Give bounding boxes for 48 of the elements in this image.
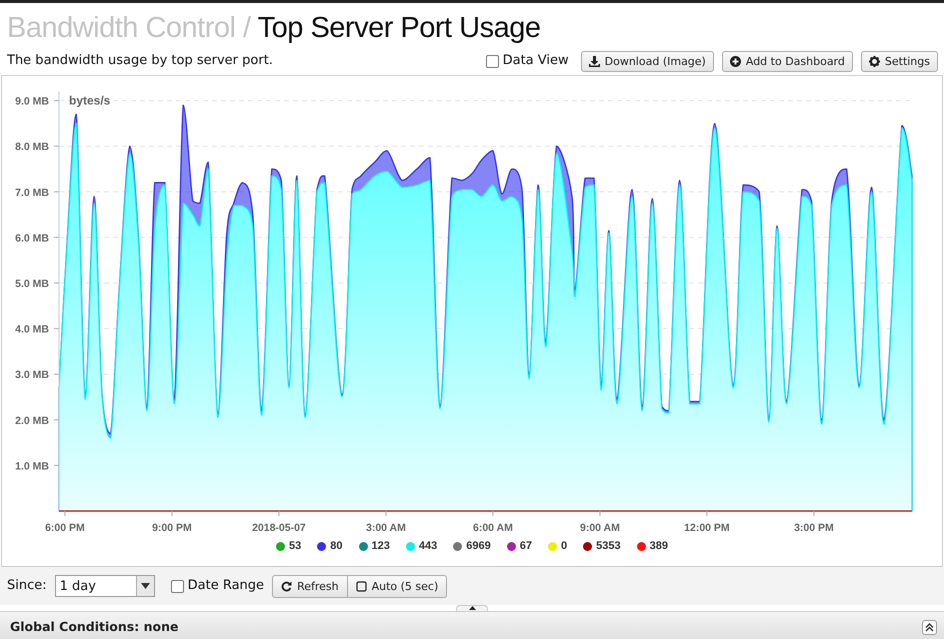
download-icon xyxy=(588,56,600,66)
page-title: Top Server Port Usage xyxy=(258,12,540,44)
toolbar-button[interactable]: Settings xyxy=(860,50,938,72)
global-conditions-label: Global Conditions: none xyxy=(10,618,178,636)
gear-icon xyxy=(868,56,880,66)
legend-label[interactable]: 123 xyxy=(372,538,390,554)
y-axis-label: 4.0 MB xyxy=(15,324,49,336)
x-axis-label: 2018-05-07 xyxy=(252,522,306,534)
toolbar-button[interactable]: Add to Dashboard xyxy=(722,50,853,72)
legend-label[interactable]: 389 xyxy=(650,538,668,554)
since-label: Since: xyxy=(7,577,47,596)
plus-circle-icon xyxy=(730,56,741,66)
legend-label[interactable]: 80 xyxy=(330,538,343,554)
y-axis-title: bytes/s xyxy=(69,94,110,108)
date-range-checkbox[interactable]: Date Range xyxy=(170,576,264,596)
x-axis-label: 9:00 PM xyxy=(152,522,192,534)
legend-label[interactable]: 0 xyxy=(560,538,568,554)
checkbox-icon xyxy=(356,580,367,592)
double-chevron-up-icon xyxy=(925,623,934,632)
legend-label[interactable]: 67 xyxy=(520,538,532,554)
refresh-button[interactable]: Refresh xyxy=(272,574,348,598)
legend-label[interactable]: 443 xyxy=(418,538,438,554)
legend-label[interactable]: 5353 xyxy=(596,538,621,554)
collapse-button[interactable] xyxy=(922,620,937,635)
y-axis-label: 6.0 MB xyxy=(15,232,49,244)
refresh-icon xyxy=(281,580,292,592)
legend-label[interactable]: 53 xyxy=(289,538,302,554)
y-axis-label: 9.0 MB xyxy=(15,96,49,108)
data-view-checkbox[interactable]: Data View xyxy=(486,51,569,71)
collapse-tab[interactable] xyxy=(456,605,488,611)
x-axis-label: 3:00 PM xyxy=(794,522,834,534)
x-axis-label: 12:00 PM xyxy=(684,522,730,534)
x-axis-label: 6:00 PM xyxy=(45,522,85,534)
toolbar-button[interactable]: Download (Image) xyxy=(580,50,714,72)
y-axis-label: 8.0 MB xyxy=(15,141,49,154)
y-axis-label: 5.0 MB xyxy=(15,278,49,290)
y-axis-label: 7.0 MB xyxy=(15,186,49,199)
x-axis-label: 3:00 AM xyxy=(366,522,406,534)
since-dropdown[interactable]: 1 day xyxy=(54,575,155,597)
description: The bandwidth usage by top server port. xyxy=(7,52,273,70)
x-axis-label: 6:00 AM xyxy=(473,522,513,534)
y-axis-label: 1.0 MB xyxy=(15,460,49,472)
legend-label[interactable]: 6969 xyxy=(466,538,491,554)
caret-down-icon xyxy=(140,583,150,589)
y-axis-label: 3.0 MB xyxy=(15,369,49,382)
y-axis-label: 2.0 MB xyxy=(15,414,49,427)
x-axis-label: 9:00 AM xyxy=(580,522,620,534)
refresh-button[interactable]: Auto (5 sec) xyxy=(348,574,448,598)
